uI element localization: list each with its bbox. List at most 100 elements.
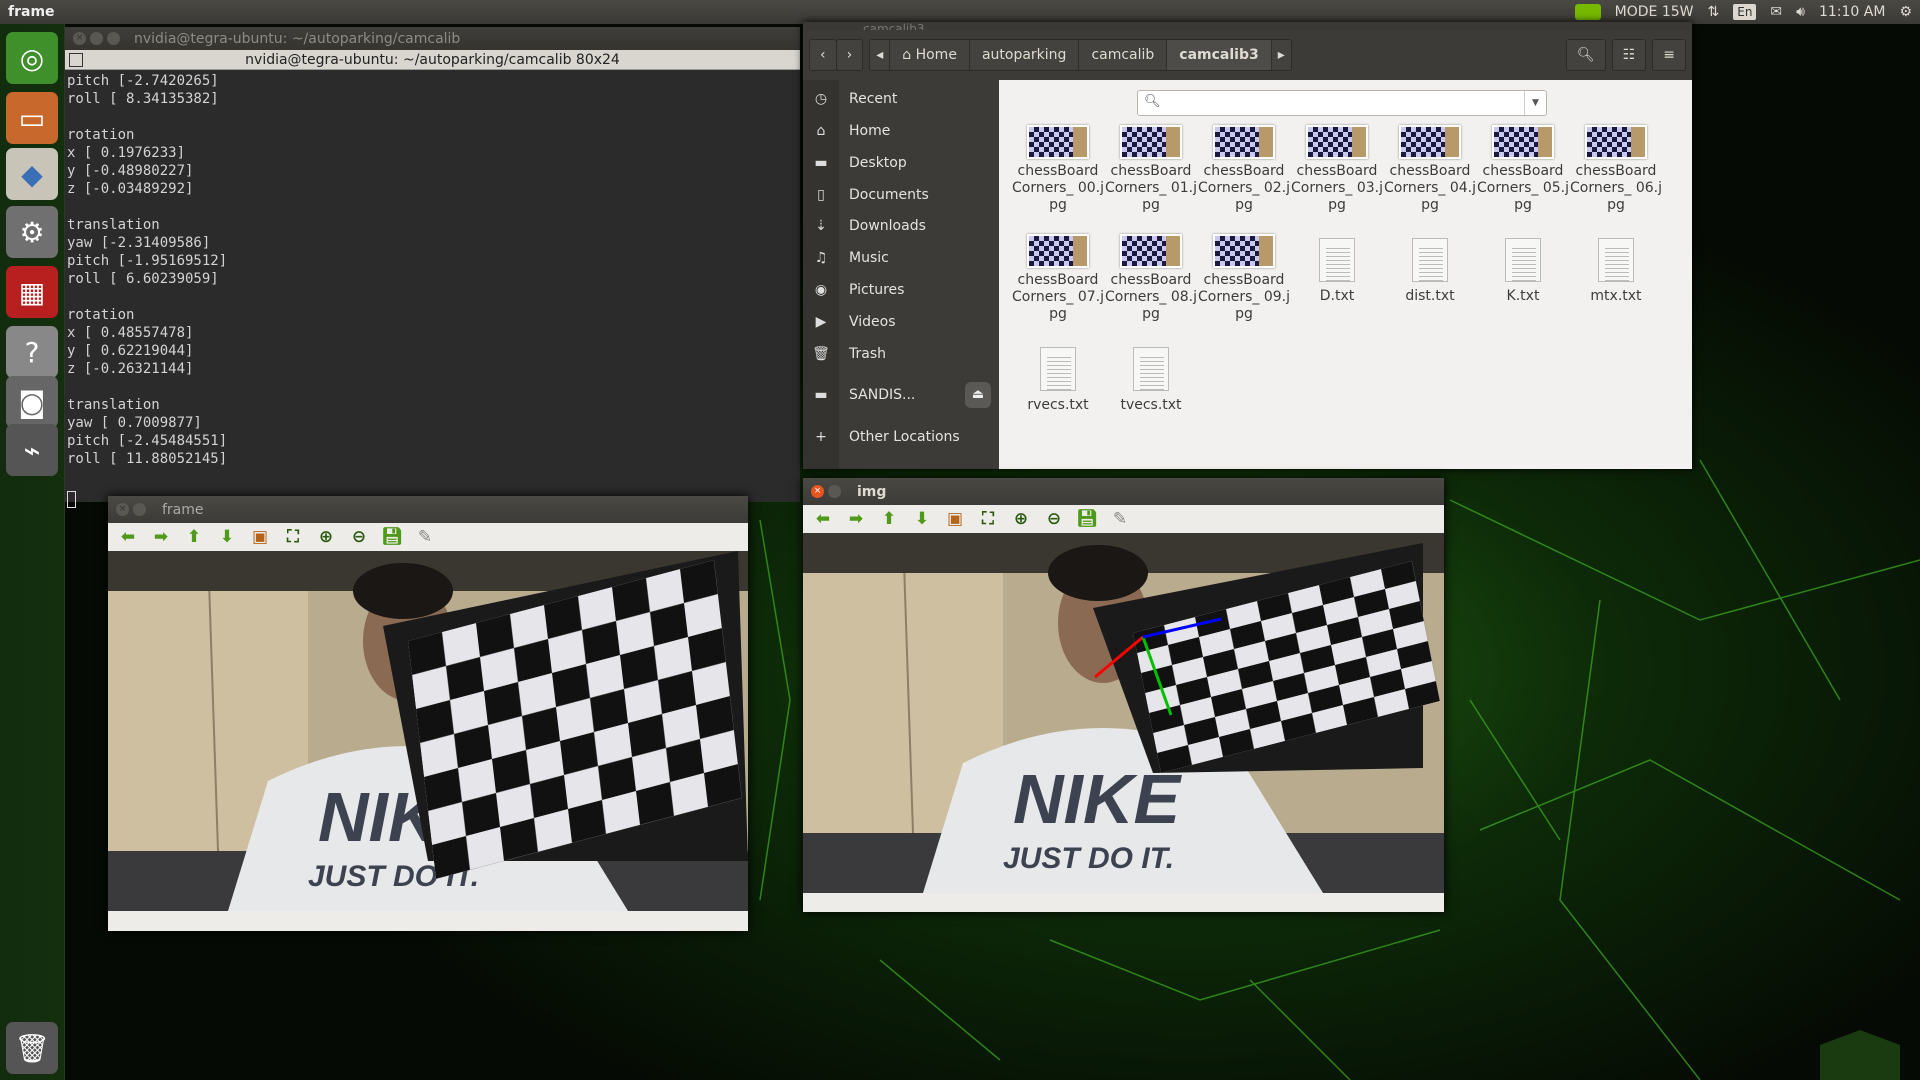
sidebar: ◷ Recent ⌂ Home ▬ Desktop ▯ Documents ⇣ Downloads… (803, 80, 999, 469)
save-icon[interactable]: 💾︎ (1075, 508, 1099, 530)
terminal-titlebar[interactable]: × nvidia@tegra-ubuntu: ~/autoparking/cam… (65, 27, 800, 50)
breadcrumb-camcalib[interactable]: camcalib (1079, 40, 1168, 70)
volume-icon[interactable]: 🔊︎ (1796, 4, 1805, 20)
file-item[interactable]: chessBoard Corners_ 09.jpg (1198, 234, 1290, 323)
close-icon[interactable]: × (811, 485, 824, 498)
camera-frame-image[interactable]: NIKEJUST DO IT. (108, 551, 748, 911)
breadcrumb-home[interactable]: ⌂ Home (890, 40, 970, 70)
image-icon[interactable]: ▣ (943, 508, 967, 530)
img-window[interactable]: × img ⬅ ➡ ⬆ ⬇ ▣ ⛶ ⊕ ⊖ 💾︎ ✎ NIKE JUST DO IT. (803, 478, 1444, 912)
sidebar-item-music[interactable]: ♫ Music (803, 243, 999, 273)
terminal-output[interactable]: pitch [-2.7420265] roll [ 8.34135382] rota… (65, 70, 800, 488)
files-icon[interactable]: ▭ (6, 92, 58, 144)
sidebar-item-recent[interactable]: ◷ Recent (803, 84, 999, 114)
arrow-down-icon[interactable]: ⬇ (215, 526, 239, 548)
close-icon[interactable]: × (116, 503, 129, 516)
arrow-up-icon[interactable]: ⬆ (182, 526, 206, 548)
file-item[interactable]: chessBoard Corners_ 01.jpg (1105, 125, 1197, 214)
usb-drive-icon[interactable]: ⌁ (6, 424, 58, 476)
workspace-switcher-icon[interactable]: ▦ (6, 266, 58, 318)
zoom-out-icon[interactable]: ⊖ (347, 526, 371, 548)
save-icon[interactable]: 💾︎ (380, 526, 404, 548)
file-view[interactable]: 🔍︎ ▼ chessBoard Corners_ 00.jpg chessBoar… (999, 80, 1692, 469)
file-item[interactable]: chessBoard Corners_ 02.jpg (1198, 125, 1290, 214)
back-button[interactable]: ‹ (809, 39, 837, 71)
file-item[interactable]: mtx.txt (1570, 234, 1662, 305)
close-icon[interactable]: × (73, 32, 86, 45)
mail-icon[interactable]: ✉ (1770, 4, 1782, 20)
breadcrumb-left-arrow[interactable]: ◂ (870, 40, 891, 70)
sidebar-item-trash[interactable]: 🗑︎ Trash (803, 339, 999, 369)
sidebar-item-desktop[interactable]: ▬ Desktop (803, 148, 999, 178)
pose-image[interactable]: NIKEJUST DO IT. (803, 533, 1444, 893)
software-center-icon[interactable]: ◆ (6, 148, 58, 200)
screenshot-icon[interactable]: ◙ (6, 376, 58, 428)
breadcrumb-autoparking[interactable]: autoparking (970, 40, 1080, 70)
text-file-icon (1319, 238, 1355, 282)
network-icon[interactable]: ⇅ (1708, 4, 1720, 20)
file-item[interactable]: chessBoard Corners_ 06.jpg (1570, 125, 1662, 214)
maximize-icon[interactable] (107, 32, 120, 45)
zoom-in-icon[interactable]: ⊕ (1009, 508, 1033, 530)
file-item[interactable]: chessBoard Corners_ 00.jpg (1012, 125, 1104, 214)
sidebar-item-downloads[interactable]: ⇣ Downloads (803, 211, 999, 241)
file-manager-window[interactable]: camcalib3 ‹ › ◂ ⌂ Home autoparking camca… (803, 22, 1692, 469)
file-item[interactable]: chessBoard Corners_ 07.jpg (1012, 234, 1104, 323)
eject-button[interactable]: ⏏ (965, 382, 991, 409)
zoom-fit-icon[interactable]: ⛶ (976, 508, 1000, 530)
search-input[interactable]: 🔍︎ ▼ (1137, 90, 1547, 116)
arrow-left-icon[interactable]: ⬅ (116, 526, 140, 548)
help-icon[interactable]: ? (6, 326, 58, 378)
terminal-menu-icon[interactable] (69, 53, 83, 67)
search-button[interactable]: 🔍︎ (1565, 39, 1606, 71)
arrow-down-icon[interactable]: ⬇ (910, 508, 934, 530)
view-toggle-button[interactable]: ☷ (1611, 39, 1647, 71)
system-settings-icon[interactable]: ⚙ (6, 206, 58, 258)
arrow-right-icon[interactable]: ➡ (844, 508, 868, 530)
terminal-window[interactable]: × nvidia@tegra-ubuntu: ~/autoparking/cam… (65, 27, 800, 508)
search-dropdown-chevron-icon[interactable]: ▼ (1524, 91, 1546, 115)
frame-window[interactable]: × frame ⬅ ➡ ⬆ ⬇ ▣ ⛶ ⊕ ⊖ 💾︎ ✎ NIKE JUST DO IT. (108, 496, 748, 931)
minimize-icon[interactable] (828, 485, 841, 498)
power-mode[interactable]: MODE 15W (1615, 4, 1694, 20)
clock[interactable]: 11:10 AM (1819, 4, 1885, 20)
file-item[interactable]: D.txt (1291, 234, 1383, 305)
arrow-right-icon[interactable]: ➡ (149, 526, 173, 548)
forward-button[interactable]: › (835, 39, 864, 71)
image-icon[interactable]: ▣ (248, 526, 272, 548)
zoom-out-icon[interactable]: ⊖ (1042, 508, 1066, 530)
img-titlebar[interactable]: × img (803, 478, 1444, 505)
minimize-icon[interactable] (133, 503, 146, 516)
breadcrumb-camcalib3[interactable]: camcalib3 (1167, 40, 1272, 70)
file-item[interactable]: K.txt (1477, 234, 1569, 305)
settings-gear-icon[interactable]: ⚙ (1899, 4, 1912, 20)
trash-icon[interactable]: 🗑︎ (6, 1022, 58, 1074)
sidebar-item-pictures[interactable]: ◉ Pictures (803, 275, 999, 305)
file-item[interactable]: chessBoard Corners_ 03.jpg (1291, 125, 1383, 214)
arrow-left-icon[interactable]: ⬅ (811, 508, 835, 530)
sidebar-item-documents[interactable]: ▯ Documents (803, 180, 999, 210)
properties-icon[interactable]: ✎ (1108, 508, 1132, 530)
keyboard-language[interactable]: En (1733, 4, 1757, 20)
sidebar-item-sandis[interactable]: ▬ SANDIS... ⏏ (803, 380, 999, 410)
file-item[interactable]: tvecs.txt (1105, 343, 1197, 414)
file-item[interactable]: rvecs.txt (1012, 343, 1104, 414)
minimize-icon[interactable] (90, 32, 103, 45)
text-file-icon (1412, 238, 1448, 282)
sidebar-item-other-locations[interactable]: + Other Locations (803, 422, 999, 452)
file-item[interactable]: chessBoard Corners_ 04.jpg (1384, 125, 1476, 214)
file-item[interactable]: chessBoard Corners_ 08.jpg (1105, 234, 1197, 323)
dash-home-icon[interactable]: ◎ (6, 32, 58, 84)
nvidia-icon[interactable] (1574, 4, 1601, 20)
menu-button[interactable]: ≡ (1652, 39, 1686, 71)
zoom-in-icon[interactable]: ⊕ (314, 526, 338, 548)
zoom-fit-icon[interactable]: ⛶ (281, 526, 305, 548)
properties-icon[interactable]: ✎ (413, 526, 437, 548)
frame-titlebar[interactable]: × frame (108, 496, 748, 523)
breadcrumb-right-arrow[interactable]: ▸ (1272, 40, 1291, 70)
sidebar-item-videos[interactable]: ▶ Videos (803, 307, 999, 337)
file-item[interactable]: dist.txt (1384, 234, 1476, 305)
arrow-up-icon[interactable]: ⬆ (877, 508, 901, 530)
sidebar-item-home[interactable]: ⌂ Home (803, 116, 999, 146)
file-item[interactable]: chessBoard Corners_ 05.jpg (1477, 125, 1569, 214)
